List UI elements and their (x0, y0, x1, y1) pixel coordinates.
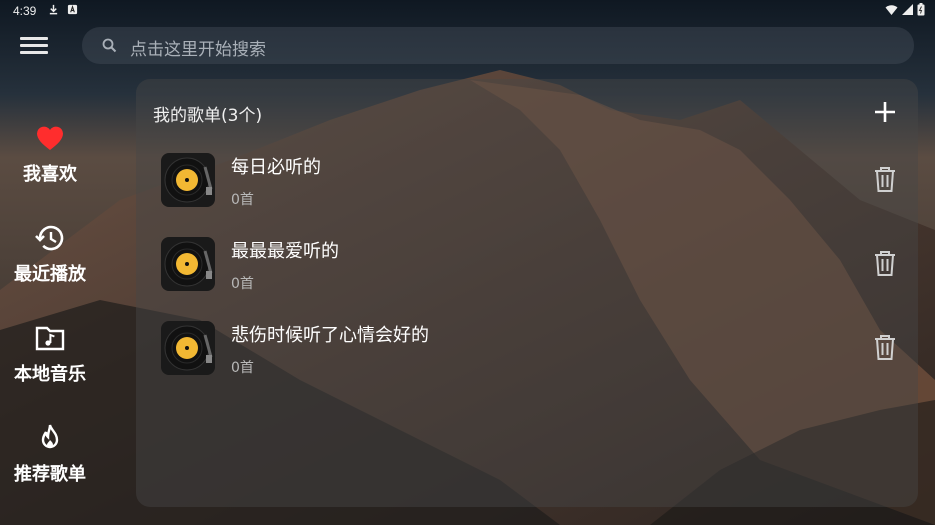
sidebar-item-label: 我喜欢 (23, 164, 77, 185)
sidebar-item-local-music[interactable]: 本地音乐 (0, 322, 100, 386)
download-icon (49, 4, 58, 15)
flame-icon (41, 424, 59, 449)
delete-playlist-button[interactable] (872, 165, 898, 193)
playlist-name: 每日必听的 (231, 157, 321, 178)
status-bar: 4:39 (0, 0, 935, 22)
sidebar-item-label: 推荐歌单 (14, 464, 86, 485)
menu-button[interactable] (18, 34, 50, 58)
vinyl-record-icon (161, 237, 215, 291)
vinyl-record-icon (161, 153, 215, 207)
heart-icon (37, 126, 63, 150)
playlist-row[interactable]: 每日必听的 0首 (136, 147, 918, 217)
playlist-name: 悲伤时候听了心情会好的 (231, 325, 429, 346)
playlist-panel: 我的歌单(3个) 每日必听的 0首 最最最爱听的 0首 悲伤时候听了心情会好的 … (136, 79, 918, 507)
vinyl-record-icon (161, 321, 215, 375)
status-time: 4:39 (13, 4, 37, 18)
playlist-name: 最最最爱听的 (231, 241, 339, 262)
menu-icon-bar (20, 37, 48, 40)
playlist-count: 0首 (231, 276, 254, 292)
menu-icon-bar (20, 44, 48, 47)
sidebar-item-label: 最近播放 (14, 264, 86, 285)
sidebar-item-label: 本地音乐 (14, 364, 86, 385)
delete-playlist-button[interactable] (872, 249, 898, 277)
battery-icon (917, 3, 925, 16)
sidebar-item-recent[interactable]: 最近播放 (0, 222, 100, 286)
music-folder-icon (35, 326, 65, 351)
playlist-row[interactable]: 最最最爱听的 0首 (136, 231, 918, 301)
sidebar-item-favorites[interactable]: 我喜欢 (0, 122, 100, 186)
search-placeholder: 点击这里开始搜索 (130, 40, 266, 60)
search-bar[interactable]: 点击这里开始搜索 (82, 27, 914, 64)
playlist-count: 0首 (231, 192, 254, 208)
panel-title: 我的歌单(3个) (153, 106, 263, 126)
wifi-icon (885, 4, 898, 15)
notification-icon (67, 4, 78, 15)
menu-icon-bar (20, 51, 48, 54)
signal-icon (902, 4, 913, 15)
delete-playlist-button[interactable] (872, 333, 898, 361)
search-icon (102, 38, 117, 53)
playlist-count: 0首 (231, 360, 254, 376)
playlist-row[interactable]: 悲伤时候听了心情会好的 0首 (136, 315, 918, 385)
add-playlist-button[interactable] (873, 100, 897, 124)
history-icon (35, 225, 64, 251)
sidebar-item-recommended[interactable]: 推荐歌单 (0, 422, 100, 486)
